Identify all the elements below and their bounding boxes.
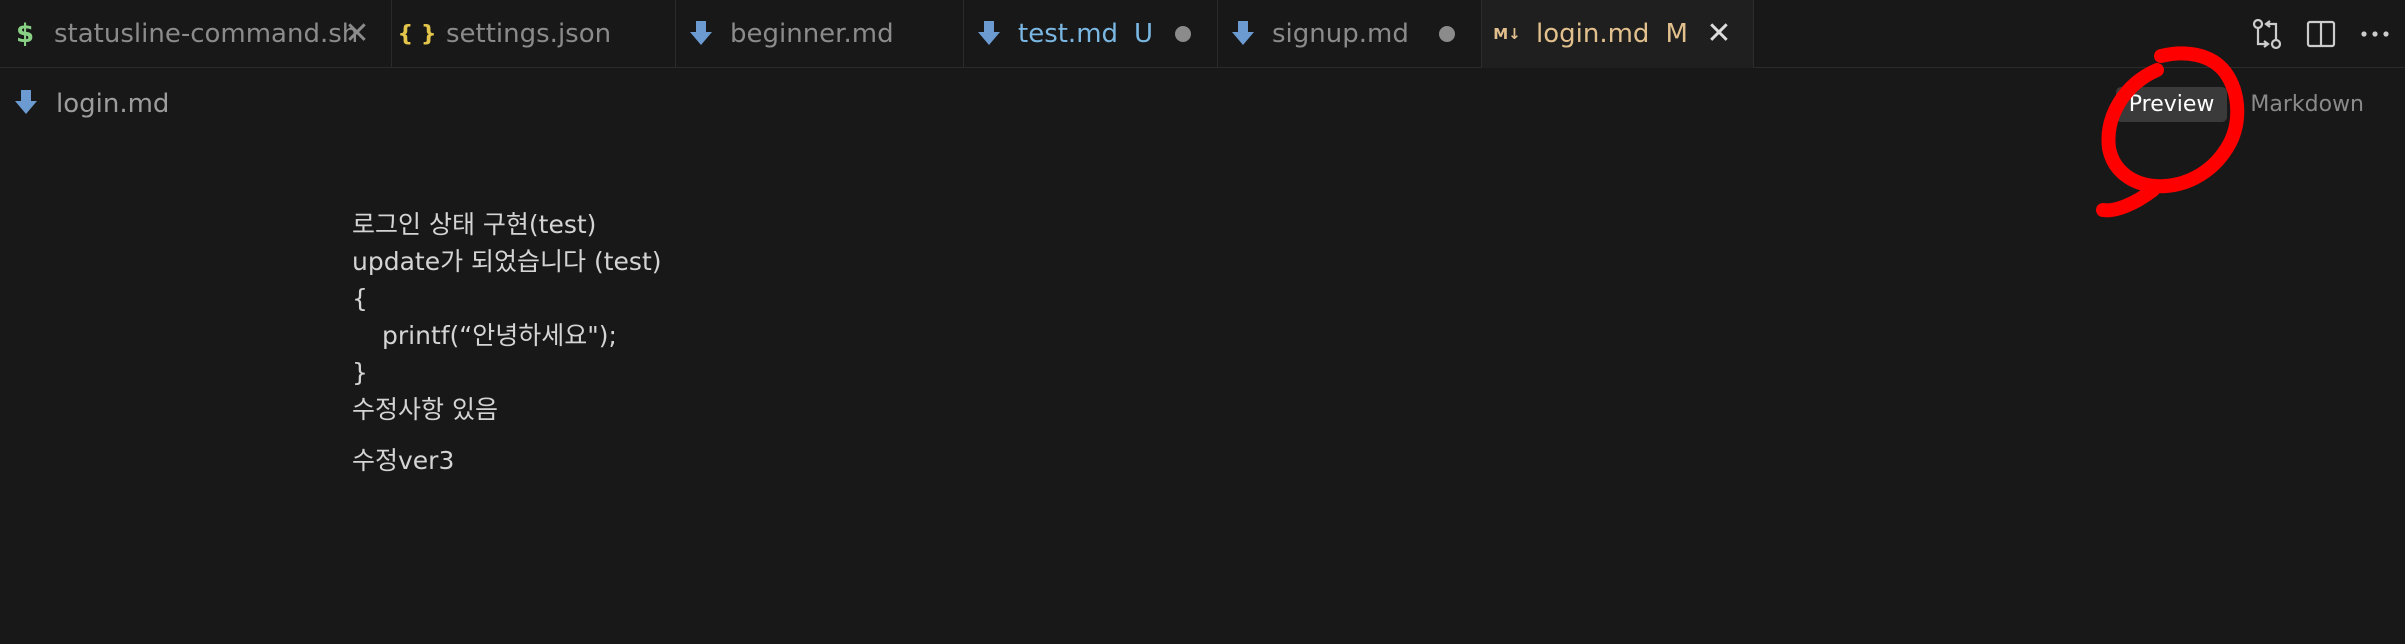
tab-label: beginner.md: [730, 19, 894, 49]
document-paragraph: 수정ver3: [352, 446, 455, 475]
red-circle-annotation: [2096, 46, 2245, 218]
preview-toggle-button[interactable]: Preview: [2115, 86, 2228, 122]
document-line: printf(“안녕하세요");: [382, 321, 617, 350]
split-editor-icon[interactable]: [2301, 14, 2341, 54]
tab-beginner-md[interactable]: beginner.md: [676, 0, 964, 68]
view-mode-toggle: Preview Markdown: [2115, 84, 2377, 124]
markdown-download-icon: [972, 17, 1006, 51]
more-actions-icon[interactable]: [2355, 14, 2395, 54]
tab-label: signup.md: [1272, 19, 1409, 49]
document-line: 로그인 상태 구현(test): [352, 210, 597, 239]
untracked-badge: U: [1134, 19, 1154, 49]
unsaved-dot-icon[interactable]: [1439, 26, 1455, 42]
markdown-m-icon: M↓: [1493, 24, 1521, 43]
markdown-download-icon: [1226, 17, 1260, 51]
document-line: {: [352, 284, 368, 313]
unsaved-dot-icon[interactable]: [1175, 26, 1191, 42]
editor-actions: [2247, 0, 2395, 68]
markdown-download-icon: [14, 90, 42, 118]
document-line: update가 되었습니다 (test): [352, 247, 662, 276]
tab-statusline-command[interactable]: $ statusline-command.sh ✕: [0, 0, 392, 68]
close-icon[interactable]: ✕: [341, 16, 373, 51]
markdown-preview: 로그인 상태 구현(test) update가 되었습니다 (test) { p…: [352, 206, 662, 479]
editor-tab-bar: $ statusline-command.sh ✕ { } settings.j…: [0, 0, 2405, 68]
tab-signup-md[interactable]: signup.md: [1218, 0, 1482, 68]
markdown-toggle-button[interactable]: Markdown: [2237, 87, 2377, 122]
modified-badge: M: [1665, 18, 1688, 49]
close-icon[interactable]: ✕: [1703, 16, 1735, 51]
breadcrumb-file[interactable]: login.md: [56, 89, 169, 119]
document-line: 수정사항 있음: [352, 395, 498, 424]
compare-changes-icon[interactable]: [2247, 14, 2287, 54]
dollar-icon: $: [15, 19, 35, 49]
tab-login-md[interactable]: M↓ login.md M ✕: [1482, 0, 1754, 68]
markdown-download-icon: [684, 17, 718, 51]
breadcrumb[interactable]: login.md: [14, 84, 169, 124]
tab-label: statusline-command.sh: [54, 19, 359, 49]
braces-icon: { }: [397, 21, 437, 47]
tab-settings-json[interactable]: { } settings.json: [392, 0, 676, 68]
document-line: }: [352, 358, 368, 387]
tab-label: test.md: [1018, 19, 1119, 49]
tab-label: settings.json: [446, 19, 612, 49]
tab-test-md[interactable]: test.md U: [964, 0, 1218, 68]
tab-label: login.md: [1536, 18, 1650, 49]
